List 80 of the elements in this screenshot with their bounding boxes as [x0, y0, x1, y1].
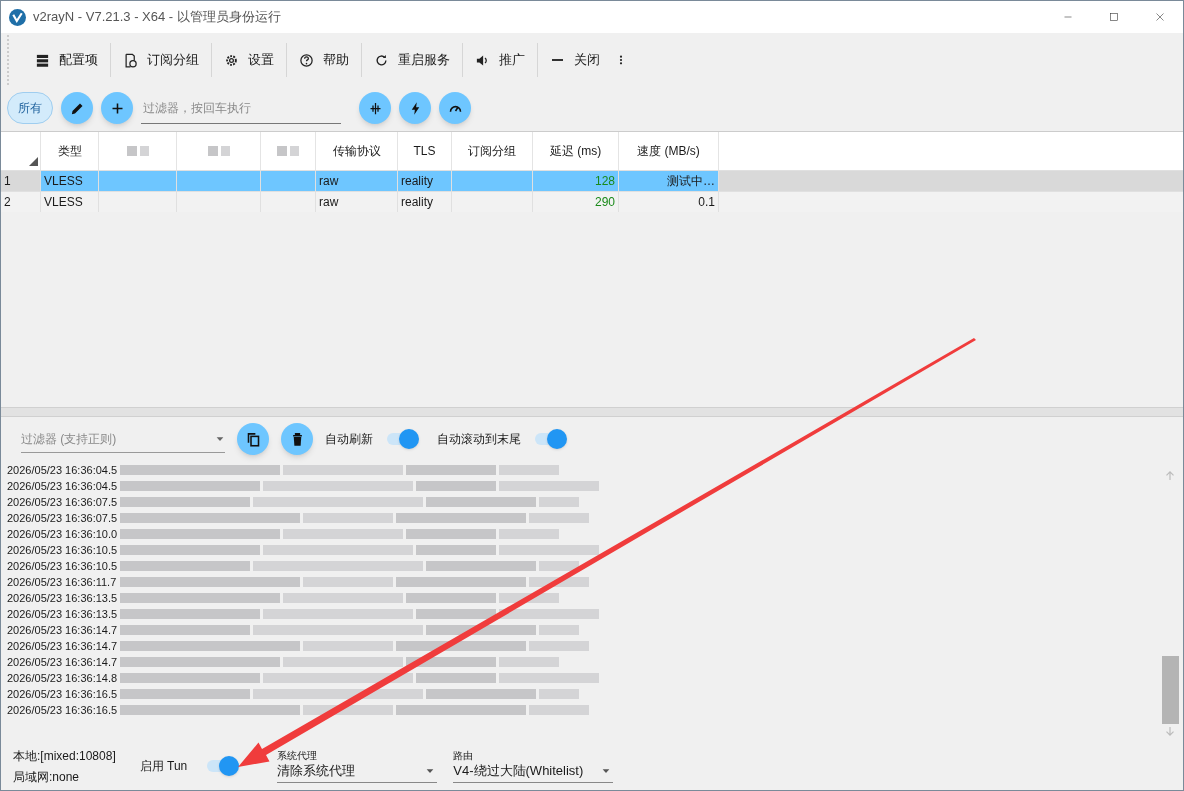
- column-header[interactable]: TLS: [413, 142, 436, 160]
- copy-icon: [245, 431, 261, 447]
- table-cell-text: 290: [594, 194, 615, 211]
- table-row[interactable]: 1 VLESS raw reality 128 测试中…: [1, 170, 1183, 191]
- column-header[interactable]: 类型: [57, 142, 82, 160]
- file-clock-icon: [123, 52, 138, 68]
- toggle-switch[interactable]: [205, 755, 240, 777]
- toolbar-button[interactable]: 关闭: [537, 43, 612, 77]
- system-proxy-dropdown[interactable]: 清除系统代理: [277, 760, 438, 783]
- help-icon: [299, 52, 314, 68]
- log-timestamp: 2026/05/23 16:36:11.7: [7, 574, 118, 590]
- log-timestamp: 2026/05/23 16:36:13.5: [7, 590, 119, 606]
- settings-icon: [224, 52, 239, 68]
- copy-button[interactable]: [237, 423, 269, 455]
- auto-scroll-label: 自动滚动到末尾: [437, 431, 521, 448]
- server-icon: [35, 52, 50, 68]
- maximize-icon: [1107, 10, 1121, 24]
- status-text: 本地:[mixed:10808]: [13, 747, 116, 765]
- table-cell-text: 1: [4, 173, 11, 190]
- table-cell-text: raw: [319, 173, 339, 190]
- toolbar-button[interactable]: 帮助: [286, 43, 361, 77]
- log-timestamp: 2026/05/23 16:36:10.5: [7, 542, 119, 558]
- log-timestamp: 2026/05/23 16:36:10.5: [7, 558, 119, 574]
- window-title: v2rayN - V7.21.3 - X64 - 以管理员身份运行: [33, 8, 281, 27]
- log-timestamp: 2026/05/23 16:36:04.5: [7, 462, 119, 478]
- sort-corner-icon: [29, 157, 38, 166]
- toolbar-button[interactable]: 设置: [211, 43, 286, 77]
- table-row[interactable]: 2 VLESS raw reality 290 0.1: [1, 191, 1183, 212]
- log-timestamp: 2026/05/23 16:36:16.5: [7, 702, 119, 718]
- auto-refresh-label: 自动刷新: [325, 431, 373, 448]
- table-cell-text: 128: [594, 173, 615, 190]
- toolbar-button[interactable]: 订阅分组: [110, 43, 211, 77]
- toolbar-button[interactable]: 配置项: [23, 43, 110, 77]
- toolbar-button[interactable]: 重启服务: [361, 43, 462, 77]
- table-cell-text: VLESS: [44, 194, 83, 211]
- speed-button[interactable]: [399, 92, 431, 124]
- log-timestamp: 2026/05/23 16:36:04.5: [7, 478, 119, 494]
- column-header[interactable]: 传输协议: [332, 142, 381, 160]
- tun-label: 启用 Tun: [139, 758, 188, 775]
- blurred-text: [207, 146, 230, 156]
- test-button[interactable]: [359, 92, 391, 124]
- app-logo-icon: [9, 8, 26, 26]
- log-timestamp: 2026/05/23 16:36:16.5: [7, 686, 119, 702]
- scrollbar[interactable]: [1161, 469, 1179, 738]
- minus-icon: [552, 59, 563, 61]
- column-header[interactable]: 订阅分组: [468, 142, 516, 160]
- table-cell-text: 2: [4, 194, 11, 211]
- filter-field[interactable]: 过滤器，按回车执行: [141, 92, 341, 124]
- toggle-switch[interactable]: [385, 428, 419, 450]
- column-header[interactable]: 延迟 (ms): [549, 142, 602, 160]
- log-timestamp: 2026/05/23 16:36:10.0: [7, 526, 119, 542]
- gauge-button[interactable]: [439, 92, 471, 124]
- group-tab[interactable]: 所有: [7, 92, 53, 124]
- table-cell-text: 测试中…: [667, 173, 715, 190]
- log-timestamp: 2026/05/23 16:36:07.5: [7, 510, 119, 526]
- status-text: 局域网:none: [13, 768, 81, 786]
- log-timestamp: 2026/05/23 16:36:14.7: [7, 654, 119, 670]
- table-cell-text: VLESS: [44, 173, 83, 190]
- blurred-text: [126, 146, 149, 156]
- toggle-switch[interactable]: [533, 428, 567, 450]
- routing-dropdown[interactable]: V4-绕过大陆(Whitelist): [453, 760, 614, 783]
- add-button[interactable]: [101, 92, 133, 124]
- refresh-icon: [374, 52, 389, 68]
- table-cell-text: reality: [401, 194, 433, 211]
- log-timestamp: 2026/05/23 16:36:07.5: [7, 494, 119, 510]
- field-label: 路由: [453, 749, 474, 761]
- table-cell-text: raw: [319, 194, 339, 211]
- table-cell-text: 0.1: [698, 194, 715, 211]
- table-cell-text: reality: [401, 173, 433, 190]
- blurred-text: [277, 146, 299, 156]
- log-timestamp: 2026/05/23 16:36:13.5: [7, 606, 119, 622]
- scrollbar-thumb[interactable]: [1161, 656, 1179, 724]
- edit-button[interactable]: [61, 92, 93, 124]
- toolbar-button[interactable]: 推广: [462, 43, 537, 77]
- log-timestamp: 2026/05/23 16:36:14.8: [7, 670, 119, 686]
- field-label: 系统代理: [277, 749, 318, 761]
- log-timestamp: 2026/05/23 16:36:14.7: [7, 622, 119, 638]
- log-timestamp: 2026/05/23 16:36:14.7: [7, 638, 119, 654]
- delete-button[interactable]: [281, 423, 313, 455]
- column-header[interactable]: 速度 (MB/s): [637, 142, 700, 160]
